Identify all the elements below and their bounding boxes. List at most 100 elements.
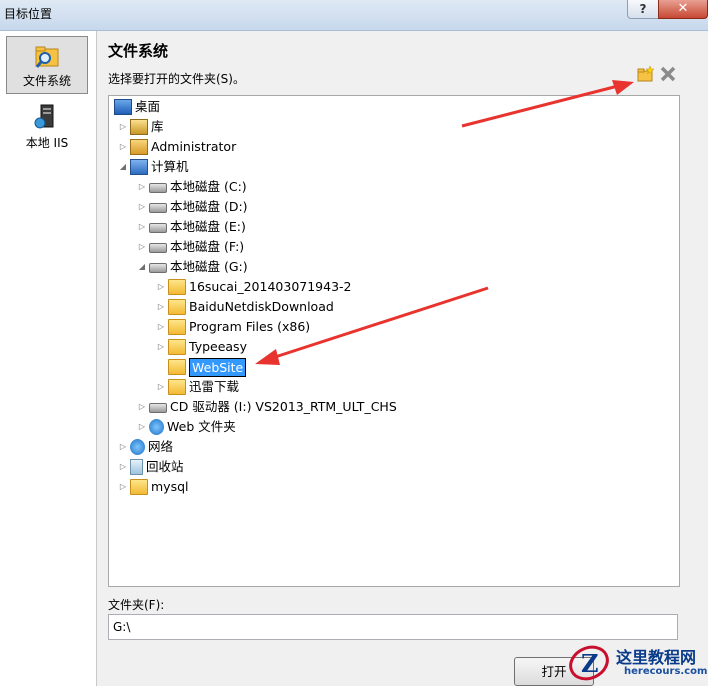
tree-node-mysql[interactable]: ▷ mysql xyxy=(117,477,189,497)
collapse-arrow-icon[interactable]: ◢ xyxy=(117,157,129,177)
expand-arrow-icon[interactable]: ▷ xyxy=(136,397,148,417)
help-button[interactable]: ? xyxy=(627,0,659,19)
sidebar-item-label: 文件系统 xyxy=(22,74,71,88)
tree-node-libraries[interactable]: ▷ 库 xyxy=(117,117,164,137)
tree-node-label: 回收站 xyxy=(146,459,184,474)
folder-icon xyxy=(168,299,186,315)
watermark-title: 这里教程网 xyxy=(616,648,697,667)
expand-arrow-icon[interactable]: ▷ xyxy=(155,337,167,357)
tree-node-drive-f[interactable]: ▷ 本地磁盘 (F:) xyxy=(136,237,244,257)
tree-node-network[interactable]: ▷ 网络 xyxy=(117,437,173,457)
tree-node-folder-website[interactable]: WebSite xyxy=(155,357,247,377)
new-folder-icon[interactable] xyxy=(637,66,655,82)
tree-node-label: Typeeasy xyxy=(189,339,247,354)
windows-drive-icon xyxy=(149,183,167,193)
page-title: 文件系统 xyxy=(108,42,169,60)
expand-arrow-icon[interactable]: ▷ xyxy=(117,457,129,477)
server-icon xyxy=(34,104,54,129)
folder-path-input[interactable] xyxy=(108,614,678,640)
svg-text:Z: Z xyxy=(581,649,599,678)
title-bar: 目标位置 ? ✕ xyxy=(0,0,708,31)
tree-node-folder-baidunetdisk[interactable]: ▷ BaiduNetdiskDownload xyxy=(155,297,334,317)
sidebar-item-file-system[interactable]: 文件系统 xyxy=(6,36,88,94)
expand-arrow-icon[interactable]: ▷ xyxy=(117,137,129,157)
tree-node-label: 计算机 xyxy=(151,159,189,174)
rename-input[interactable]: WebSite xyxy=(189,358,247,377)
delete-icon[interactable] xyxy=(659,66,677,82)
close-button[interactable]: ✕ xyxy=(658,0,708,19)
tree-node-label: CD 驱动器 (I:) VS2013_RTM_ULT_CHS xyxy=(170,399,397,414)
web-folder-icon xyxy=(149,419,164,435)
tree-node-label: 本地磁盘 (G:) xyxy=(170,259,248,274)
computer-icon xyxy=(130,159,148,175)
instruction-text: 选择要打开的文件夹(S)。 xyxy=(108,72,245,86)
tree-node-label: 迅雷下载 xyxy=(189,379,240,394)
tree-node-label: Program Files (x86) xyxy=(189,319,311,334)
tree-node-web-folder[interactable]: ▷ Web 文件夹 xyxy=(136,417,236,437)
tree-node-label: 桌面 xyxy=(135,99,161,114)
tree-node-label: BaiduNetdiskDownload xyxy=(189,299,334,314)
hard-drive-icon xyxy=(149,223,167,233)
tree-node-label: mysql xyxy=(151,479,189,494)
expand-arrow-icon[interactable]: ▷ xyxy=(155,297,167,317)
expand-arrow-icon[interactable]: ▷ xyxy=(155,277,167,297)
user-folder-icon xyxy=(130,139,148,155)
network-icon xyxy=(130,439,145,455)
tree-node-drive-d[interactable]: ▷ 本地磁盘 (D:) xyxy=(136,197,248,217)
watermark-subtitle: herecours.com xyxy=(624,666,708,677)
library-icon xyxy=(130,119,148,135)
watermark: Z 这里教程网 herecours.com xyxy=(566,640,708,686)
tree-node-folder-typeeasy[interactable]: ▷ Typeeasy xyxy=(155,337,247,357)
folder-icon xyxy=(168,339,186,355)
tree-node-label: Administrator xyxy=(151,139,237,154)
collapse-arrow-icon[interactable]: ◢ xyxy=(136,257,148,277)
site-logo-icon: Z xyxy=(569,645,609,681)
tree-node-administrator[interactable]: ▷ Administrator xyxy=(117,137,236,157)
tree-node-folder-16sucai[interactable]: ▷ 16sucai_201403071943-2 xyxy=(155,277,352,297)
folder-icon xyxy=(168,379,186,395)
location-sidebar: 文件系统 本地 IIS xyxy=(0,31,97,686)
tree-node-drive-e[interactable]: ▷ 本地磁盘 (E:) xyxy=(136,217,246,237)
tree-node-label: 本地磁盘 (E:) xyxy=(170,219,246,234)
sidebar-item-label: 本地 IIS xyxy=(25,136,69,150)
expand-arrow-icon[interactable]: ▷ xyxy=(155,377,167,397)
tree-node-desktop[interactable]: 桌面 xyxy=(113,97,160,117)
tree-node-label: 网络 xyxy=(148,439,174,454)
tree-node-cd-drive[interactable]: ▷ CD 驱动器 (I:) VS2013_RTM_ULT_CHS xyxy=(136,397,397,417)
tree-node-folder-program-files[interactable]: ▷ Program Files (x86) xyxy=(155,317,310,337)
tree-node-recycle-bin[interactable]: ▷ 回收站 xyxy=(117,457,184,477)
hard-drive-icon xyxy=(149,263,167,273)
tree-node-computer[interactable]: ◢ 计算机 xyxy=(117,157,189,177)
expand-arrow-icon[interactable]: ▷ xyxy=(117,477,129,497)
tree-node-folder-xunlei[interactable]: ▷ 迅雷下载 xyxy=(155,377,239,397)
cd-drive-icon xyxy=(149,403,167,413)
tree-node-label: 本地磁盘 (F:) xyxy=(170,239,245,254)
expand-arrow-icon[interactable]: ▷ xyxy=(136,197,148,217)
hard-drive-icon xyxy=(149,243,167,253)
tree-node-drive-g[interactable]: ◢ 本地磁盘 (G:) xyxy=(136,257,248,277)
tree-node-drive-c[interactable]: ▷ 本地磁盘 (C:) xyxy=(136,177,247,197)
folder-tree[interactable]: 桌面 ▷ 库 ▷ Administrator ◢ 计算机 ▷ 本地磁盘 (C:) ▷ 本地… xyxy=(108,95,680,587)
tree-node-label: 库 xyxy=(151,119,164,134)
tree-node-label: 本地磁盘 (C:) xyxy=(170,179,247,194)
sidebar-item-local-iis[interactable]: 本地 IIS xyxy=(6,97,88,155)
folder-icon xyxy=(168,359,186,375)
expand-arrow-icon[interactable]: ▷ xyxy=(117,117,129,137)
expand-arrow-icon[interactable]: ▷ xyxy=(155,317,167,337)
expand-arrow-icon[interactable]: ▷ xyxy=(136,217,148,237)
recycle-bin-icon xyxy=(130,459,143,475)
tree-node-label: 本地磁盘 (D:) xyxy=(170,199,248,214)
folder-icon xyxy=(168,279,186,295)
folder-icon xyxy=(130,479,148,495)
desktop-icon xyxy=(114,99,132,115)
tree-node-label: Web 文件夹 xyxy=(167,419,236,434)
folder-search-icon xyxy=(35,46,59,68)
expand-arrow-icon[interactable]: ▷ xyxy=(117,437,129,457)
folder-icon xyxy=(168,319,186,335)
window-title: 目标位置 xyxy=(4,7,53,21)
expand-arrow-icon[interactable]: ▷ xyxy=(136,417,148,437)
expand-arrow-icon[interactable]: ▷ xyxy=(136,237,148,257)
tree-node-label: 16sucai_201403071943-2 xyxy=(189,279,352,294)
folder-field-label: 文件夹(F): xyxy=(108,598,165,612)
expand-arrow-icon[interactable]: ▷ xyxy=(136,177,148,197)
